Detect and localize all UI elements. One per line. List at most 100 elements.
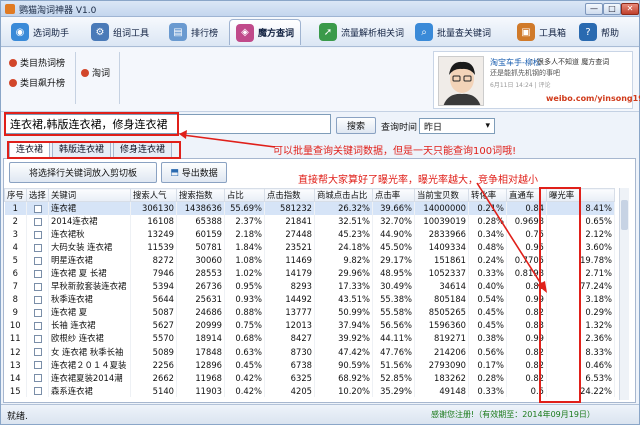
row-checkbox[interactable] — [26, 201, 49, 215]
table-cell: 11903 — [176, 384, 225, 398]
row-checkbox[interactable] — [26, 292, 49, 306]
checkbox[interactable] — [33, 334, 42, 343]
checkbox[interactable] — [33, 230, 42, 239]
checkbox[interactable] — [33, 295, 42, 304]
flow-icon: ➚ — [319, 23, 337, 41]
table-row[interactable]: 9 连衣裙 夏 5087 24686 0.88% 13777 50.99% 55.58% 850… — [4, 305, 615, 319]
row-checkbox[interactable] — [26, 345, 49, 359]
column-header[interactable]: 商城点击占比 — [314, 188, 373, 202]
annotation-arrow-left — [179, 130, 276, 148]
table-row[interactable]: 14 连衣裙夏装2014潮 2662 11968 0.42% 6325 68.92% 52.8… — [4, 371, 615, 385]
annotation-arrow-right — [476, 182, 547, 293]
table-cell: 1.02% — [224, 266, 265, 280]
copy-to-clipboard-button[interactable]: 将选择行关键词放入剪切板 — [9, 162, 157, 183]
table-cell: 90.59% — [314, 358, 373, 372]
checkbox[interactable] — [33, 361, 42, 370]
callout-tabs-box — [7, 141, 181, 159]
table-cell: 55.69% — [224, 201, 265, 215]
checkbox[interactable] — [33, 204, 42, 213]
table-cell: 7 — [4, 279, 27, 293]
checkbox[interactable] — [33, 374, 42, 383]
table-cell: 2793090 — [414, 358, 469, 372]
table-cell: 8293 — [264, 279, 315, 293]
table-cell: 0.75% — [224, 318, 265, 332]
tab-ranking[interactable]: ▤ 排行榜 — [163, 19, 224, 45]
app-icon — [5, 4, 15, 14]
weibo-link[interactable]: weibo.com/yinsong1986 — [546, 94, 640, 103]
checkbox[interactable] — [33, 282, 42, 291]
table-cell: 长袖 连衣裙 — [48, 318, 131, 332]
checkbox[interactable] — [33, 387, 42, 396]
table-cell: 60159 — [176, 227, 225, 241]
table-cell: 9 — [4, 305, 27, 319]
close-button[interactable]: ✕ — [621, 3, 639, 15]
row-checkbox[interactable] — [26, 305, 49, 319]
profile-time: 6月11日 14:24 | 评论 — [490, 82, 551, 89]
table-cell: 森系连衣裙 — [48, 384, 131, 398]
tab-choose-words[interactable]: ◉ 选词助手 — [5, 19, 75, 45]
column-header[interactable]: 选择 — [26, 188, 49, 202]
table-cell: 24.18% — [314, 240, 373, 254]
row-checkbox[interactable] — [26, 240, 49, 254]
checkbox[interactable] — [33, 321, 42, 330]
table-row[interactable]: 11 欧根纱 连衣裙 5570 18914 0.68% 8427 39.92% 44.11% 8… — [4, 331, 615, 346]
tab-flow-analysis[interactable]: ➚ 流量解析相关词 — [313, 19, 410, 45]
table-cell: 819271 — [414, 331, 469, 346]
row-checkbox[interactable] — [26, 266, 49, 280]
column-header[interactable]: 搜索人气 — [130, 188, 177, 202]
table-row[interactable]: 12 女 连衣裙 秋季长袖 5089 17848 0.63% 8730 47.42% 47.7… — [4, 345, 615, 359]
scrollbar-thumb[interactable] — [621, 200, 628, 230]
table-row[interactable]: 15 森系连衣裙 5140 11903 0.42% 4205 10.20% 35.29% 491… — [4, 384, 615, 398]
app-window: 鹦猫淘词神器 V1.0 — □ ✕ ◉ 选词助手 ⚙ 组词工具 ▤ 排行榜 ◈ … — [0, 0, 640, 425]
row-checkbox[interactable] — [26, 279, 49, 293]
table-row[interactable]: 13 连衣裙２０１４夏装 2256 12896 0.45% 6738 90.59% 51.56… — [4, 358, 615, 372]
checkbox[interactable] — [33, 308, 42, 317]
tab-help[interactable]: ? 帮助 — [573, 19, 625, 45]
maximize-button[interactable]: □ — [603, 3, 621, 15]
column-header[interactable]: 当前宝贝数 — [414, 188, 469, 202]
tab-combine-words[interactable]: ⚙ 组词工具 — [85, 19, 155, 45]
avatar — [438, 56, 484, 106]
table-cell: 6325 — [264, 371, 315, 385]
row-checkbox[interactable] — [26, 318, 49, 332]
table-cell: 13249 — [130, 227, 177, 241]
table-cell: 68.92% — [314, 371, 373, 385]
column-header[interactable]: 点击指数 — [264, 188, 315, 202]
row-checkbox[interactable] — [26, 371, 49, 385]
tab-cube-query[interactable]: ◈ 魔方查词 — [229, 19, 302, 45]
query-time-select[interactable]: 昨日 ▾ — [419, 118, 495, 134]
minimize-button[interactable]: — — [585, 3, 603, 15]
column-header[interactable]: 点击率 — [372, 188, 415, 202]
row-checkbox[interactable] — [26, 227, 49, 241]
row-checkbox[interactable] — [26, 384, 49, 398]
row-checkbox[interactable] — [26, 214, 49, 228]
table-cell: 39.66% — [372, 201, 415, 215]
author-weibo-card[interactable]: 淘宝车手-柳松 ：很多人不知道 魔方查词 还是能抓先机钢的事吧 6月11日 14… — [433, 51, 640, 109]
checkbox[interactable] — [33, 217, 42, 226]
row-checkbox[interactable] — [26, 331, 49, 346]
row-checkbox[interactable] — [26, 358, 49, 372]
category-hot-list[interactable]: 类目热词榜 — [9, 56, 65, 69]
vertical-scrollbar[interactable] — [619, 188, 629, 400]
export-data-button[interactable]: ⬒ 导出数据 — [161, 162, 227, 183]
table-cell: 30.49% — [372, 279, 415, 293]
table-row[interactable]: 10 长袖 连衣裙 5627 20999 0.75% 12013 37.94% 56.56% 1… — [4, 318, 615, 332]
checkbox[interactable] — [33, 348, 42, 357]
checkbox[interactable] — [33, 243, 42, 252]
column-header[interactable]: 搜索指数 — [176, 188, 225, 202]
column-header[interactable]: 关键词 — [48, 188, 131, 202]
checkbox[interactable] — [33, 256, 42, 265]
taoci-button[interactable]: 淘词 — [81, 66, 110, 79]
checkbox[interactable] — [33, 269, 42, 278]
category-rising-list[interactable]: 类目飙升榜 — [9, 76, 65, 89]
table-cell: 10.20% — [314, 384, 373, 398]
search-button[interactable]: 搜索 — [336, 117, 376, 134]
column-header[interactable]: 序号 — [4, 188, 27, 202]
table-cell: 26736 — [176, 279, 225, 293]
column-header[interactable]: 占比 — [224, 188, 265, 202]
tab-toolbox[interactable]: ▣ 工具箱 — [511, 19, 572, 45]
row-checkbox[interactable] — [26, 253, 49, 267]
table-cell: 8 — [4, 292, 27, 306]
table-cell: 0.45% — [468, 318, 507, 332]
tab-batch-query[interactable]: ⌕ 批量查关键词 — [409, 19, 497, 45]
